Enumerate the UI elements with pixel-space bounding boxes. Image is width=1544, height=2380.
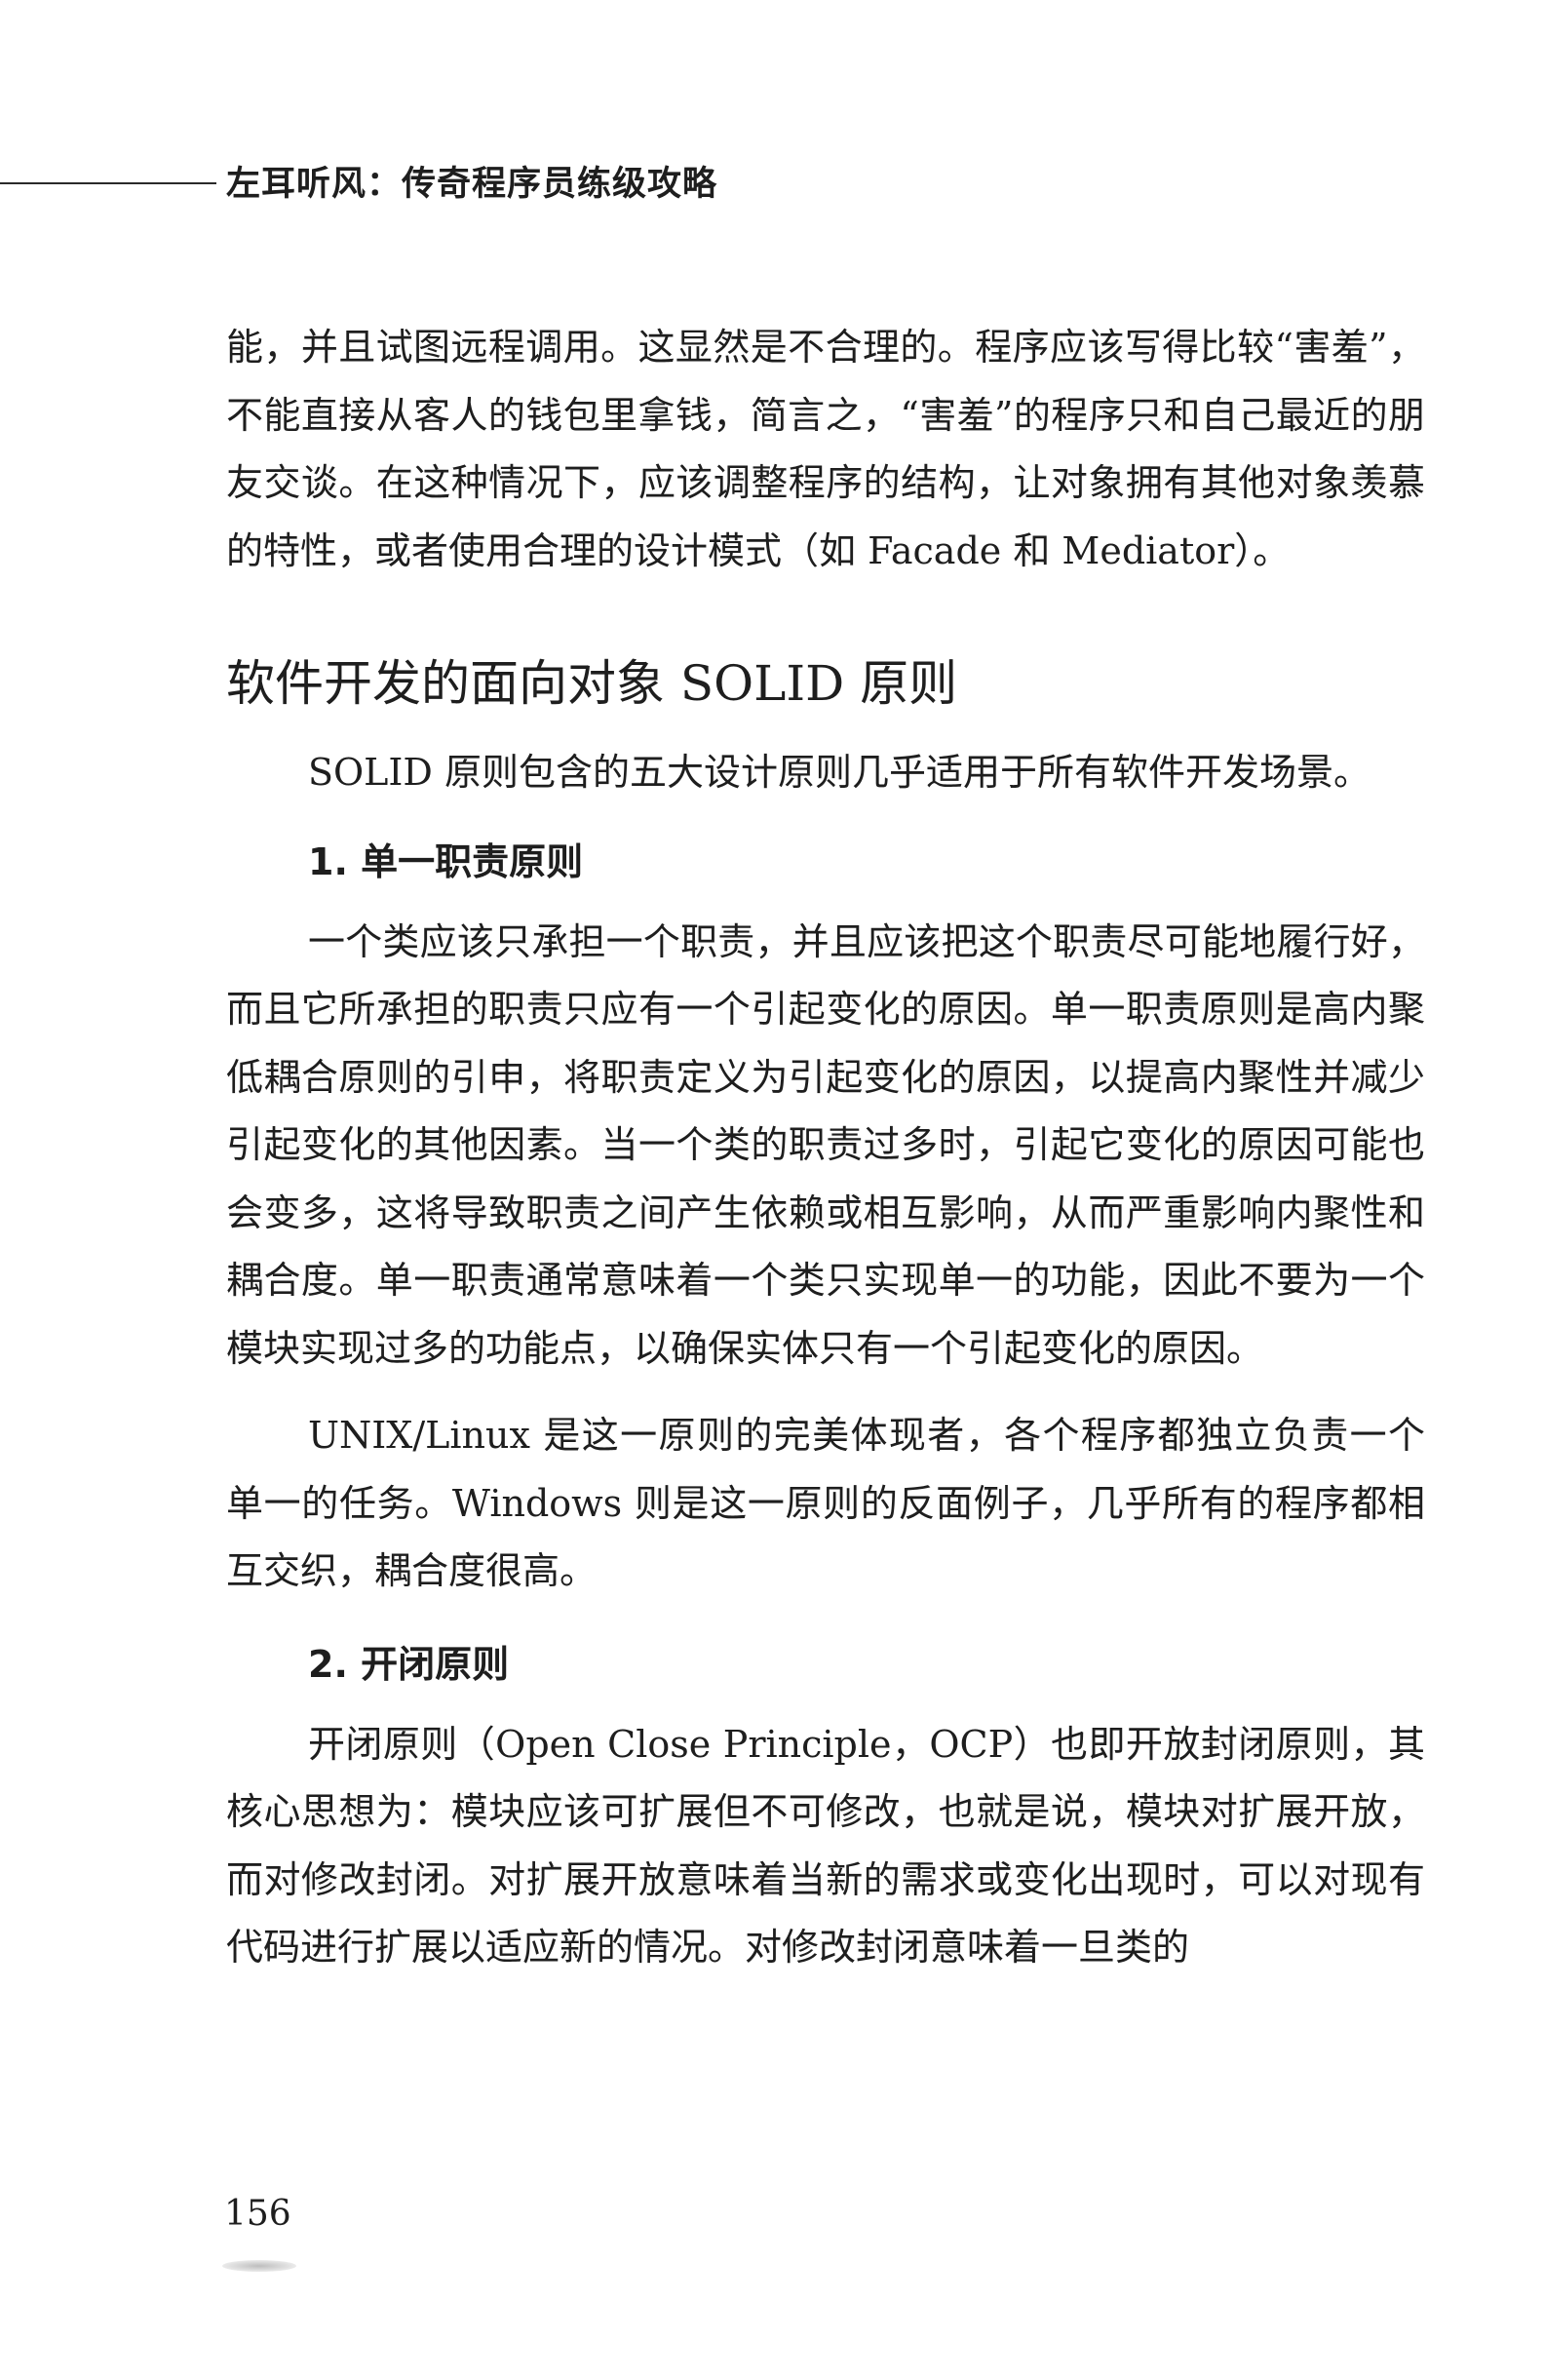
page-number: 156 bbox=[224, 2194, 291, 2234]
paragraph-srp-definition: 一个类应该只承担一个职责，并且应该把这个职责尽可能地履行好，而且它所承担的职责只… bbox=[226, 919, 1425, 1370]
intro-paragraph: 能，并且试图远程调用。这显然是不合理的。程序应该写得比较“害羞”，不能直接从客人… bbox=[226, 326, 1425, 572]
section-title: 软件开发的面向对象 SOLID 原则 bbox=[226, 655, 958, 712]
page: { "header": { "running_title": "左耳听风：传奇程… bbox=[0, 0, 1544, 2380]
subheading-open-close: 2. 开闭原则 bbox=[308, 1642, 510, 1686]
section-intro-paragraph: SOLID 原则包含的五大设计原则几乎适用于所有软件开发场景。 bbox=[308, 751, 1370, 794]
paragraph-ocp-definition: 开闭原则（Open Close Principle，OCP）也即开放封闭原则，其… bbox=[226, 1722, 1425, 1970]
paragraph-srp-example: UNIX/Linux 是这一原则的完美体现者，各个程序都独立负责一个单一的任务。… bbox=[226, 1414, 1425, 1592]
page-body: 能，并且试图远程调用。这显然是不合理的。程序应该写得比较“害羞”，不能直接从客人… bbox=[226, 314, 1425, 1982]
running-head-title: 左耳听风：传奇程序员练级攻略 bbox=[226, 164, 718, 204]
header-rule bbox=[0, 182, 216, 184]
page-edge-shadow bbox=[222, 2260, 296, 2272]
subheading-single-responsibility: 1. 单一职责原则 bbox=[308, 839, 584, 883]
